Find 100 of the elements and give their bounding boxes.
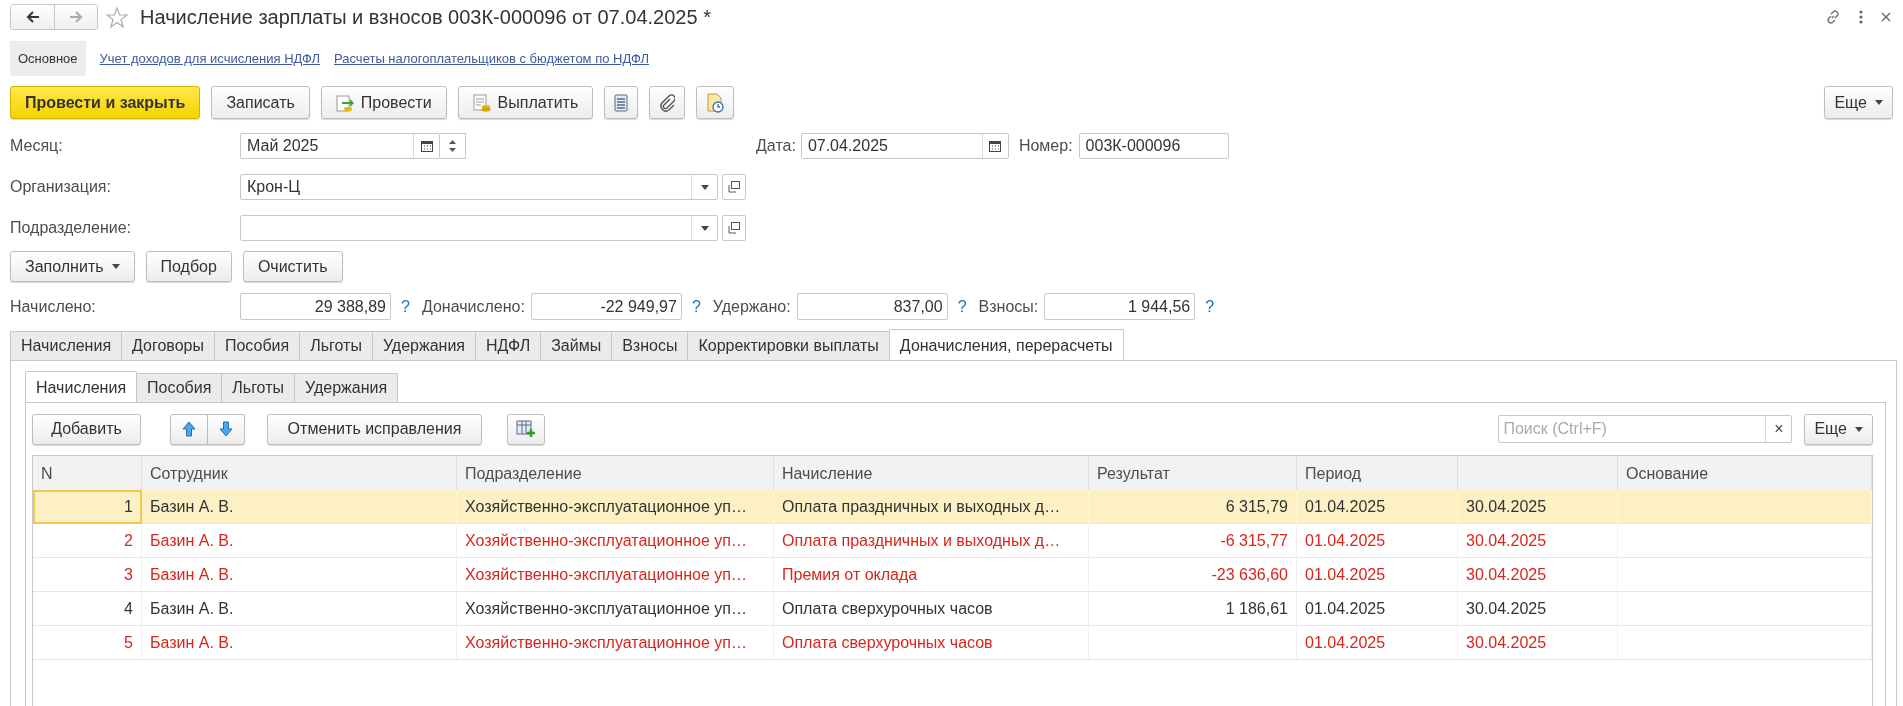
more-button[interactable]: Еще: [1804, 413, 1873, 445]
table-cell: Хозяйственно-эксплуатационное уп…: [457, 524, 774, 558]
table-cell: 30.04.2025: [1458, 592, 1618, 626]
column-header[interactable]: Период: [1297, 456, 1458, 492]
tab[interactable]: Удержания: [294, 373, 399, 403]
down-arrow-icon: [219, 421, 233, 437]
month-field[interactable]: Май 2025: [240, 133, 440, 159]
dropdown-button[interactable]: Заполнить: [10, 251, 135, 282]
close-icon[interactable]: [1881, 12, 1891, 22]
pay-button[interactable]: Выплатить: [457, 86, 594, 119]
table-cell: 3: [33, 558, 142, 592]
total-label: Взносы:: [978, 297, 1039, 316]
column-header[interactable]: Подразделение: [457, 456, 774, 492]
help-link[interactable]: ?: [957, 297, 967, 316]
date-field[interactable]: 07.04.2025: [800, 133, 1009, 159]
field-label: Месяц:: [10, 137, 64, 155]
spin-arrows-icon: [449, 140, 456, 152]
tab[interactable]: Льготы: [299, 331, 372, 361]
search-field[interactable]: Поиск (Ctrl+F) ×: [1498, 415, 1793, 443]
column-header[interactable]: N: [33, 456, 142, 492]
tab[interactable]: Займы: [540, 331, 612, 361]
tab[interactable]: Договоры: [121, 331, 214, 361]
post-and-close-button[interactable]: Провести и закрыть: [10, 86, 201, 119]
report-button[interactable]: [696, 86, 735, 119]
total-label: Удержано:: [712, 297, 791, 316]
table-cell: Хозяйственно-эксплуатационное уп…: [457, 592, 774, 626]
table-cell: -6 315,77: [1089, 524, 1297, 558]
open-window-icon: [728, 181, 740, 193]
help-link[interactable]: ?: [401, 297, 410, 316]
kebab-menu-icon[interactable]: [1859, 10, 1863, 24]
post-button[interactable]: Провести: [320, 86, 447, 119]
table-cell: 1: [33, 490, 142, 524]
table-cell: Оплата сверхурочных часов: [774, 592, 1089, 626]
up-arrow-icon: [182, 421, 196, 437]
table-cell: 30.04.2025: [1458, 490, 1618, 524]
move-down-button[interactable]: [208, 413, 245, 445]
open-button[interactable]: [722, 215, 746, 241]
table-cell: Оплата праздничных и выходных д…: [774, 524, 1089, 558]
organization-field[interactable]: Крон-Ц: [240, 174, 718, 200]
save-button[interactable]: Записать: [211, 86, 310, 119]
total-label: Начислено:: [10, 297, 97, 316]
open-button[interactable]: [722, 174, 746, 200]
column-header[interactable]: Начисление: [774, 456, 1089, 492]
field-label: Дата:: [756, 137, 796, 155]
table-cell: Базин А. В.: [142, 626, 457, 660]
star-icon[interactable]: [106, 6, 128, 28]
move-up-button[interactable]: [170, 413, 208, 445]
tab[interactable]: Пособия: [137, 373, 222, 403]
field-label: Подразделение:: [10, 219, 133, 237]
department-field[interactable]: [240, 215, 718, 241]
number-field[interactable]: 003К-000096: [1078, 133, 1229, 159]
tab[interactable]: Начисления: [25, 371, 138, 403]
section-tab[interactable]: Основное: [10, 40, 86, 76]
tab[interactable]: Пособия: [213, 331, 300, 361]
list-button[interactable]: [604, 86, 639, 119]
add-button[interactable]: Добавить: [32, 413, 141, 445]
post-document-icon: [335, 93, 354, 112]
back-arrow-icon: [25, 11, 40, 23]
add-table-button[interactable]: [507, 413, 545, 445]
section-link[interactable]: Расчеты налогоплательщиков с бюджетом по НДФЛ: [334, 50, 649, 66]
total-field: 1 944,56: [1044, 293, 1196, 320]
table-cell: Хозяйственно-эксплуатационное уп…: [457, 626, 774, 660]
table-cell: Базин А. В.: [142, 558, 457, 592]
paperclip-icon: [659, 93, 676, 112]
caret-icon: [700, 184, 709, 190]
tab[interactable]: Начисления: [10, 331, 122, 361]
cancel-corrections-button[interactable]: Отменить исправления: [267, 413, 482, 445]
section-link[interactable]: Учет доходов для исчисления НДФЛ: [99, 50, 321, 66]
field-label: Номер:: [1018, 137, 1073, 155]
report-clock-icon: [706, 92, 725, 113]
table-cell: 30.04.2025: [1458, 558, 1618, 592]
link-icon[interactable]: [1825, 9, 1841, 25]
column-header[interactable]: Основание: [1618, 456, 1872, 492]
table-cell: Хозяйственно-эксплуатационное уп…: [457, 558, 774, 592]
help-link[interactable]: ?: [1205, 297, 1215, 316]
total-field: -22 949,97: [530, 293, 682, 320]
action-button[interactable]: Очистить: [242, 251, 343, 282]
column-header[interactable]: Результат: [1089, 456, 1297, 492]
total-field: 29 388,89: [240, 293, 391, 320]
column-header[interactable]: Сотрудник: [142, 456, 457, 492]
help-link[interactable]: ?: [691, 297, 701, 316]
tab[interactable]: Льготы: [221, 373, 294, 403]
tab[interactable]: Взносы: [611, 331, 688, 361]
caret-icon: [1855, 426, 1863, 432]
back-button[interactable]: [11, 5, 54, 29]
document-coins-icon: [472, 93, 491, 112]
caret-icon: [111, 264, 120, 269]
total-field: 837,00: [796, 293, 948, 320]
clear-search-button[interactable]: ×: [1765, 416, 1792, 442]
tab[interactable]: Удержания: [371, 331, 475, 361]
tab[interactable]: Корректировки выплаты: [687, 331, 889, 361]
tab[interactable]: НДФЛ: [475, 331, 541, 361]
table-cell: 01.04.2025: [1297, 592, 1458, 626]
clip-button[interactable]: [649, 86, 686, 119]
spin-button[interactable]: [440, 133, 466, 159]
more-button[interactable]: Еще: [1824, 86, 1893, 119]
table-cell: Базин А. В.: [142, 592, 457, 626]
tab[interactable]: Доначисления, перерасчеты: [888, 329, 1124, 361]
table-cell: 6 315,79: [1089, 490, 1297, 524]
action-button[interactable]: Подбор: [145, 251, 232, 282]
